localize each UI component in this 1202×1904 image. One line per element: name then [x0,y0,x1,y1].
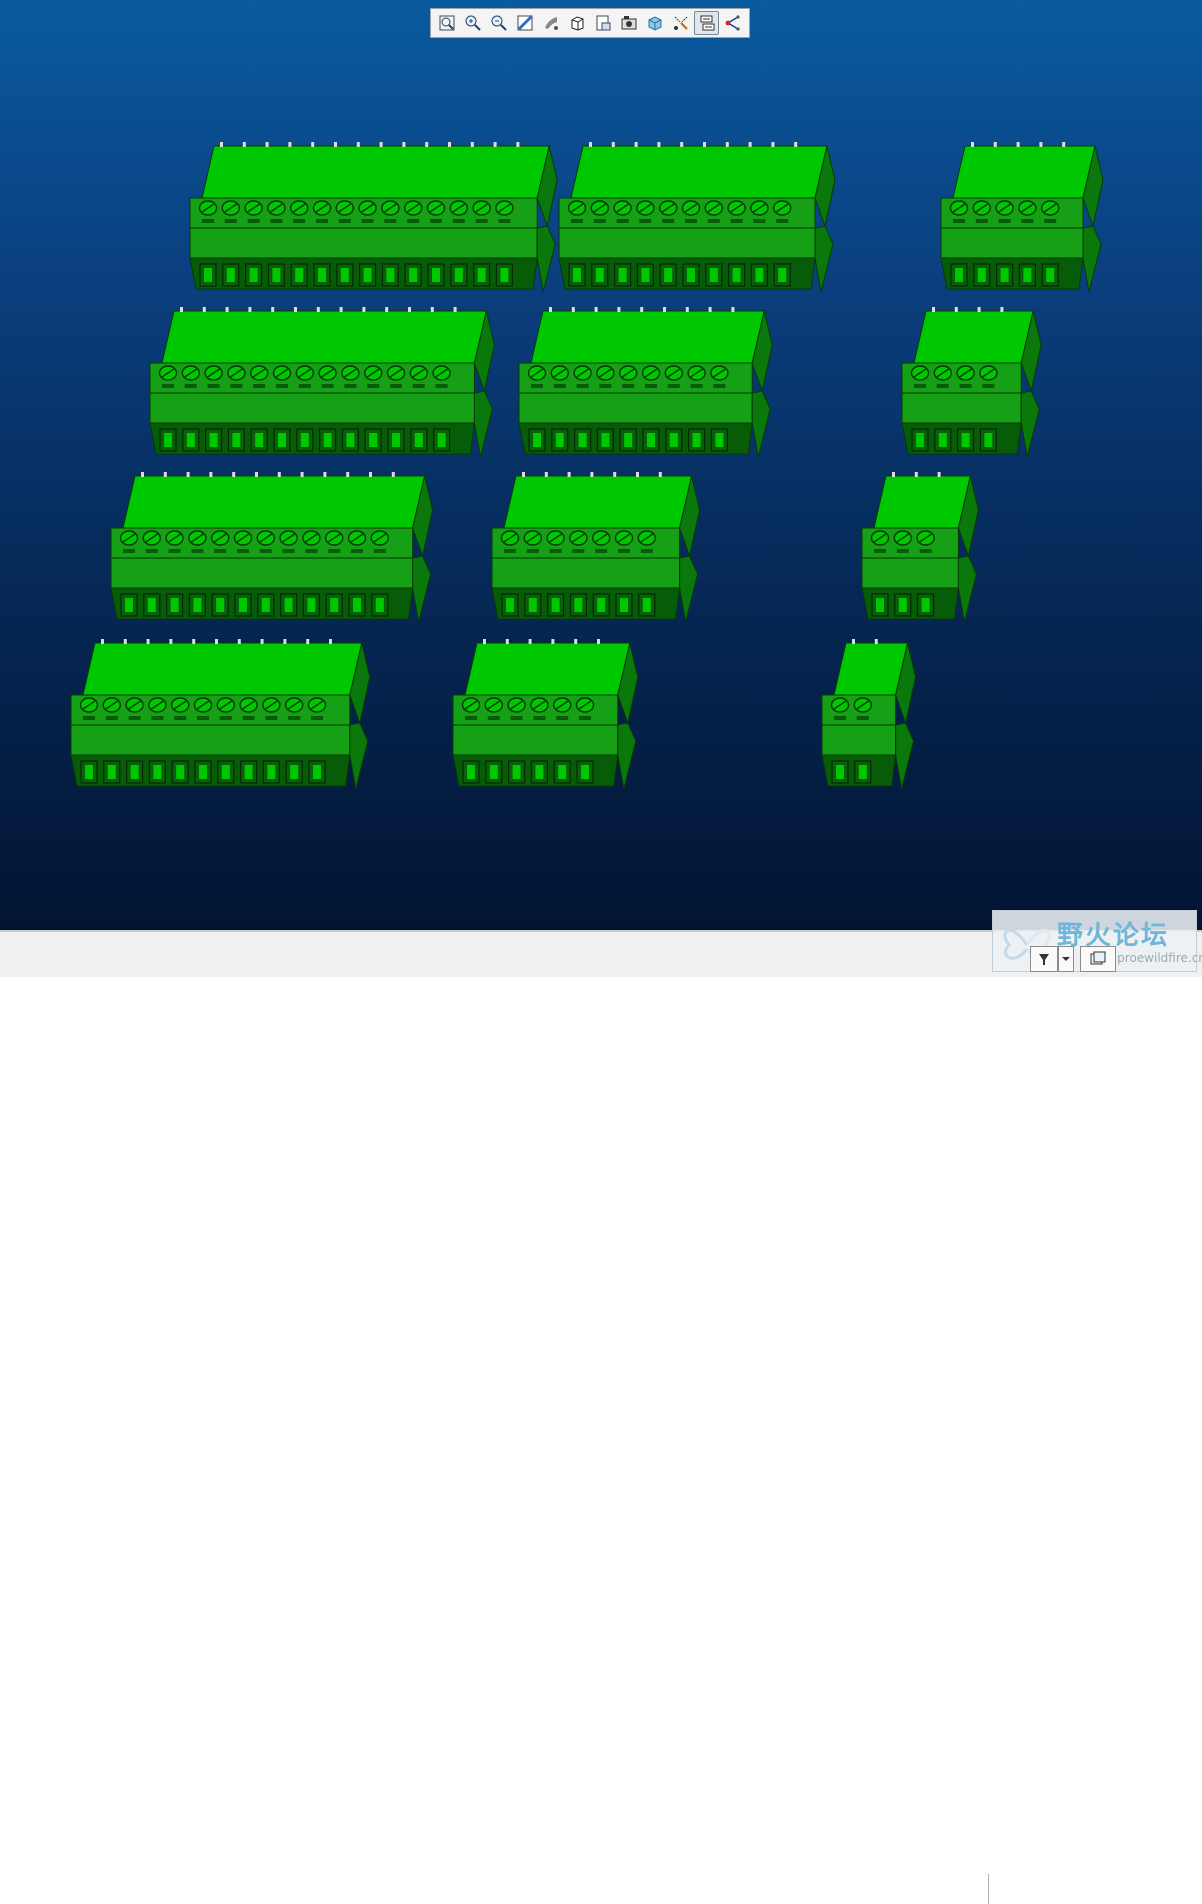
datum-display-icon[interactable] [668,11,693,35]
terminal-block-c14[interactable] [149,307,495,458]
graphics-window[interactable] [0,0,1202,930]
terminal-block-c5[interactable] [940,142,1104,293]
terminal-block-c7[interactable] [491,472,701,623]
terminal-block-c16[interactable] [189,142,558,293]
appearance-icon[interactable] [616,11,641,35]
repaint-icon[interactable] [512,11,537,35]
perspective-view-icon[interactable] [642,11,667,35]
zoom-fit-icon[interactable] [434,11,459,35]
zoom-out-icon[interactable] [486,11,511,35]
saved-orientations-icon[interactable] [564,11,589,35]
spin-center-icon[interactable] [720,11,745,35]
terminal-block-c10[interactable] [558,142,836,293]
terminal-block-c11[interactable] [70,639,371,790]
dropdown-arrow-icon[interactable] [1058,946,1074,972]
terminal-block-c2[interactable] [821,639,917,790]
model-canvas[interactable] [0,0,1202,930]
view-manager-icon[interactable] [590,11,615,35]
view-toolbar [430,8,750,38]
terminal-block-c12[interactable] [110,472,434,623]
terminal-block-c4[interactable] [901,307,1042,458]
annotation-display-icon[interactable] [694,11,719,35]
selection-box-icon[interactable] [1080,946,1116,972]
zoom-in-icon[interactable] [460,11,485,35]
terminal-block-c9[interactable] [518,307,773,458]
display-style-icon[interactable] [538,11,563,35]
terminal-block-c3[interactable] [861,472,979,623]
terminal-block-c6[interactable] [452,639,639,790]
status-separator [988,1874,989,1904]
filter-icon[interactable] [1030,946,1058,972]
